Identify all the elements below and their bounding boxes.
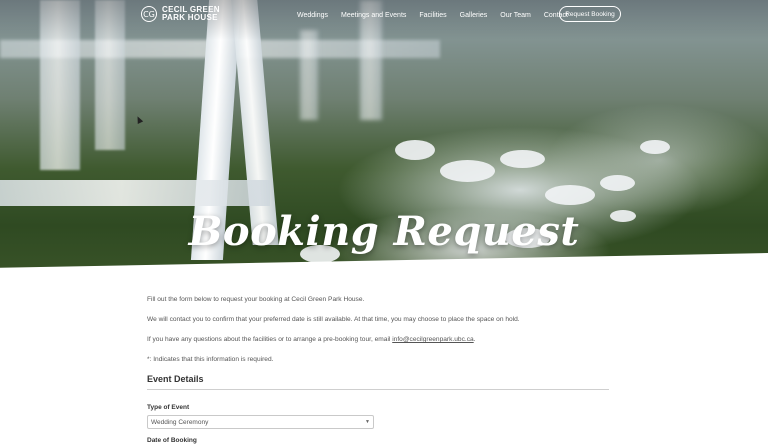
type-of-event-select[interactable]: Wedding Ceremony ▼ bbox=[147, 415, 374, 429]
hero-banner: Booking Request bbox=[0, 0, 768, 282]
nav-item-meetings-and-events[interactable]: Meetings and Events bbox=[341, 12, 406, 19]
contact-text-end: . bbox=[473, 336, 476, 343]
logo-wordmark: CECIL GREEN PARK HOUSE bbox=[162, 6, 220, 22]
page-title: Booking Request bbox=[188, 208, 580, 255]
nav-item-facilities[interactable]: Facilities bbox=[419, 12, 446, 19]
intro-paragraph: Fill out the form below to request your … bbox=[147, 296, 365, 303]
petal bbox=[500, 150, 545, 168]
contact-paragraph: If you have any questions about the faci… bbox=[147, 336, 609, 343]
chair-rail bbox=[0, 180, 270, 206]
section-title: Event Details bbox=[147, 374, 609, 390]
date-of-booking-label: Date of Booking bbox=[147, 437, 197, 444]
hero-divider bbox=[0, 252, 768, 282]
petal bbox=[545, 185, 595, 205]
logo-line-2: PARK HOUSE bbox=[162, 13, 218, 22]
chair-leg bbox=[300, 30, 318, 120]
crest-icon: CG bbox=[141, 6, 157, 22]
site-logo[interactable]: CG CECIL GREEN PARK HOUSE bbox=[141, 6, 220, 22]
petal bbox=[395, 140, 435, 160]
petal bbox=[600, 175, 635, 191]
intro-paragraph: We will contact you to confirm that your… bbox=[147, 316, 520, 323]
nav-item-our-team[interactable]: Our Team bbox=[500, 12, 531, 19]
chevron-down-icon: ▼ bbox=[365, 419, 370, 425]
main-nav: Weddings Meetings and Events Facilities … bbox=[297, 8, 581, 22]
contact-text: If you have any questions about the faci… bbox=[147, 336, 393, 343]
email-link[interactable]: info@cecilgreenpark.ubc.ca bbox=[392, 336, 473, 343]
petal bbox=[440, 160, 495, 182]
required-note: *: Indicates that this information is re… bbox=[147, 356, 274, 363]
type-of-event-label: Type of Event bbox=[147, 404, 190, 411]
nav-item-galleries[interactable]: Galleries bbox=[460, 12, 488, 19]
booking-form-section: Fill out the form below to request your … bbox=[147, 296, 609, 444]
petal bbox=[640, 140, 670, 154]
nav-item-weddings[interactable]: Weddings bbox=[297, 12, 328, 19]
select-value: Wedding Ceremony bbox=[151, 418, 209, 426]
request-booking-button[interactable]: Request Booking bbox=[559, 6, 621, 22]
